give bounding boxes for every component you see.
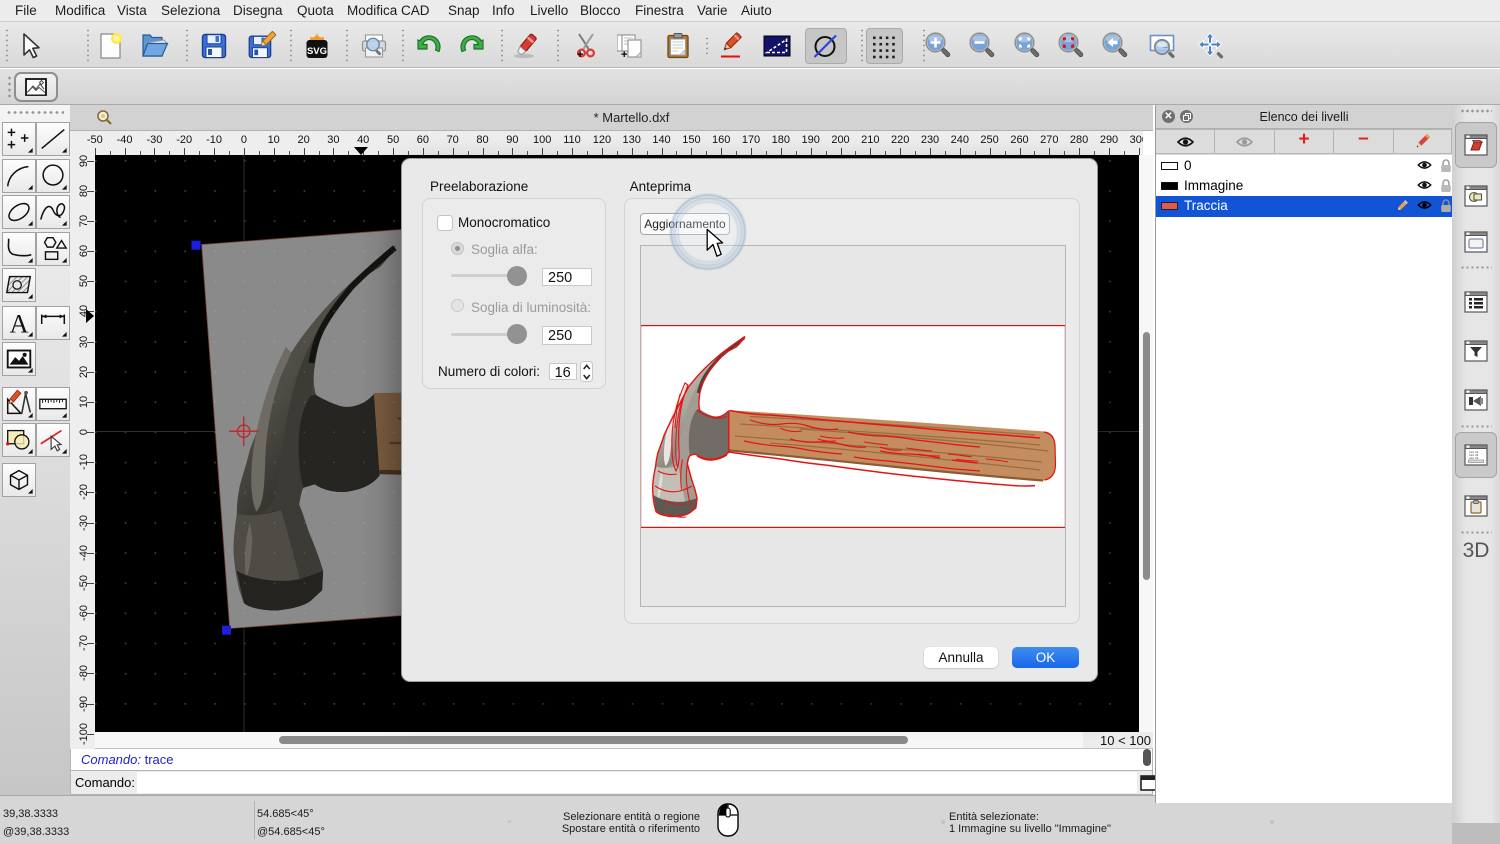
svg-text:SVG: SVG	[307, 46, 327, 57]
svg-text:cmd 03: cmd 03	[1469, 456, 1479, 460]
svg-text:+: +	[577, 49, 583, 61]
svg-text:+: +	[621, 49, 627, 61]
svg-text:A: A	[9, 309, 28, 338]
